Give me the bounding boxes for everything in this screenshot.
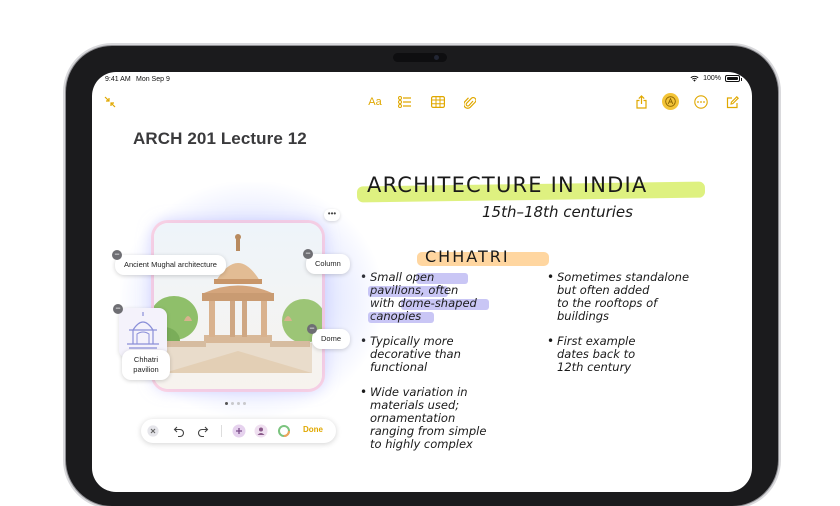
add-icon[interactable] [231, 423, 247, 439]
bullet-line: materials used; [370, 398, 460, 412]
format-button[interactable]: Aa [366, 94, 384, 110]
checklist-icon[interactable] [397, 94, 413, 110]
notes-screen: 9:41 AM Mon Sep 9 100% Aa ARCH 201 Lectu… [92, 72, 752, 492]
person-icon[interactable] [253, 423, 269, 439]
bullet-line: dates back to [557, 347, 636, 361]
bullet-line: decorative than [370, 347, 461, 361]
undo-icon[interactable] [172, 423, 186, 439]
remove-chip-icon[interactable]: − [303, 249, 313, 259]
close-icon[interactable] [146, 423, 160, 439]
battery-icon [725, 75, 742, 82]
bullet-line: buildings [557, 309, 610, 323]
front-camera [393, 53, 447, 62]
page-dot[interactable] [237, 402, 240, 405]
remove-chip-icon[interactable]: − [307, 324, 317, 334]
bullet-line: with dome-shaped [370, 296, 477, 310]
table-icon[interactable] [430, 94, 446, 110]
chip-ancient-mughal[interactable]: Ancient Mughal architecture [115, 255, 226, 275]
generated-image[interactable] [154, 223, 322, 389]
page-dot[interactable] [243, 402, 246, 405]
page-dot[interactable] [231, 402, 234, 405]
share-icon[interactable] [633, 94, 649, 110]
image-edit-bar: Done [141, 419, 336, 443]
bullet-line: to highly complex [370, 437, 473, 451]
bullet-line: Typically more [370, 334, 454, 348]
status-bar: 9:41 AM Mon Sep 9 100% [92, 72, 752, 88]
markup-icon[interactable] [662, 93, 679, 110]
bullet-dot: • [547, 270, 555, 284]
image-more-button[interactable]: ••• [324, 209, 340, 221]
style-icon[interactable] [276, 423, 292, 439]
bullet-line: to the rooftops of [557, 296, 658, 310]
bullet-line: Sometimes standalone [557, 270, 690, 284]
handwritten-heading: ARCHITECTURE IN INDIA [367, 173, 648, 197]
page-dot[interactable] [225, 402, 228, 405]
done-button[interactable]: Done [303, 425, 323, 434]
more-icon[interactable] [693, 94, 709, 110]
redo-icon[interactable] [196, 423, 210, 439]
status-time: 9:41 AM [105, 76, 131, 83]
note-title: ARCH 201 Lecture 12 [133, 129, 307, 148]
attachment-icon[interactable] [462, 94, 478, 110]
chip-column[interactable]: Column [306, 254, 350, 274]
chip-chhatri-pavilion[interactable]: Chhatri pavilion [122, 350, 170, 380]
page-dots[interactable] [225, 402, 246, 405]
section-heading: CHHATRI [425, 247, 510, 266]
bullet-line: pavilions, often [370, 283, 459, 297]
status-date: Mon Sep 9 [136, 76, 170, 83]
bullet-line: ornamentation [370, 411, 456, 425]
bullets-left: • Small open pavilions, often with dome-… [360, 270, 542, 490]
remove-chip-icon[interactable]: − [112, 250, 122, 260]
pavilion-illustration [154, 234, 322, 373]
compose-icon[interactable] [724, 94, 740, 110]
wifi-icon [690, 75, 699, 82]
bullet-line: Wide variation in [370, 385, 468, 399]
handwritten-subheading: 15th–18th centuries [482, 203, 633, 221]
bullet-line: but often added [557, 283, 650, 297]
bullet-line: ranging from simple [370, 424, 487, 438]
collapse-icon[interactable] [102, 94, 118, 110]
divider [221, 425, 222, 437]
bullet-line: 12th century [557, 360, 632, 374]
bullet-line: First example [557, 334, 636, 348]
bullet-dot: • [547, 334, 555, 348]
bullets-right: • Sometimes standalone but often added t… [547, 270, 742, 410]
battery-percent: 100% [703, 75, 721, 82]
chip-dome[interactable]: Dome [312, 329, 351, 349]
remove-chip-icon[interactable]: − [113, 304, 123, 314]
status-right: 100% [690, 75, 742, 82]
